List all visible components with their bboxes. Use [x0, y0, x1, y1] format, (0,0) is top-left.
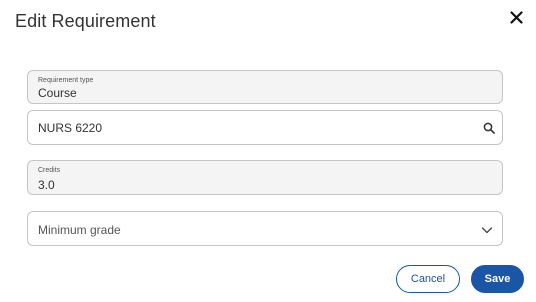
- close-button[interactable]: [507, 8, 525, 26]
- requirement-type-label: Requirement type: [38, 77, 94, 84]
- requirement-type-value: Course: [38, 86, 77, 100]
- credits-label: Credits: [38, 167, 61, 174]
- close-icon: [509, 10, 523, 24]
- cancel-button[interactable]: Cancel: [396, 265, 460, 293]
- search-icon[interactable]: [483, 122, 495, 134]
- minimum-grade-select[interactable]: Minimum grade: [27, 211, 503, 246]
- edit-requirement-dialog: Edit Requirement Requirement type Course…: [0, 0, 536, 302]
- dialog-title: Edit Requirement: [15, 11, 156, 31]
- credits-value: 3.0: [38, 178, 55, 192]
- credits-field[interactable]: Credits 3.0: [27, 160, 503, 195]
- course-search-field[interactable]: NURS 6220: [27, 110, 503, 145]
- save-button[interactable]: Save: [471, 265, 524, 293]
- course-search-value: NURS 6220: [38, 121, 103, 135]
- requirement-type-field[interactable]: Requirement type Course: [27, 70, 503, 104]
- chevron-down-icon: [481, 227, 493, 234]
- minimum-grade-placeholder: Minimum grade: [38, 223, 121, 237]
